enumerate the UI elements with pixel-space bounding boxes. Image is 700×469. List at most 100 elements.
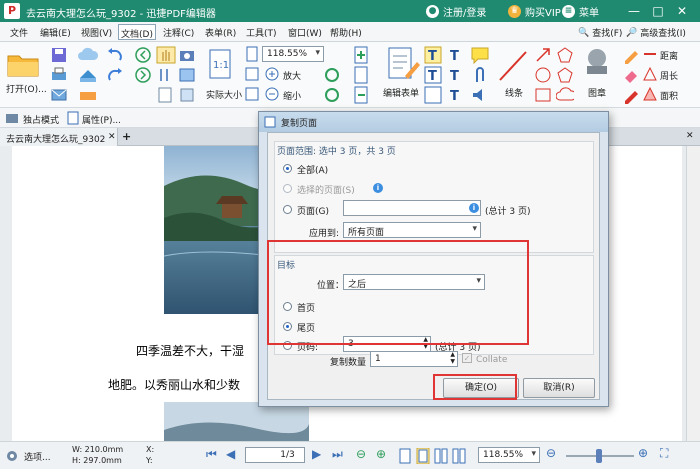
status-zoom-select[interactable]: 118.55% <box>478 447 540 463</box>
menu-edit[interactable]: 编辑(E) <box>40 26 71 39</box>
exclusive-mode-icon[interactable] <box>5 111 19 125</box>
next-page-icon[interactable]: ▶ <box>312 447 321 461</box>
sound-icon[interactable] <box>470 86 490 104</box>
hand-icon[interactable] <box>156 46 176 64</box>
radio-selected-pages-label[interactable]: 选择的页面(S) <box>297 183 355 196</box>
close-button[interactable]: ✕ <box>674 3 690 19</box>
zoom-out-label[interactable]: 缩小 <box>283 89 301 102</box>
radio-selected-pages[interactable] <box>283 184 292 193</box>
note-icon[interactable] <box>470 46 490 64</box>
stamp-label[interactable]: 图章 <box>588 86 606 99</box>
options-button[interactable]: 选项... <box>24 450 51 463</box>
menu-form[interactable]: 表单(R) <box>205 26 236 39</box>
first-page-icon[interactable]: ⏮ <box>206 447 217 462</box>
tab-close-all-icon[interactable]: ✕ <box>686 131 694 141</box>
insert-page-icon[interactable] <box>352 46 372 64</box>
fit-visible-icon[interactable] <box>244 86 260 102</box>
line-label[interactable]: 线条 <box>505 86 523 99</box>
pentagon-shape-icon[interactable] <box>556 66 574 84</box>
collate-checkbox[interactable]: ✓ <box>462 353 472 363</box>
login-button[interactable]: ● 注册/登录 <box>426 4 486 19</box>
single-page-icon[interactable] <box>398 448 412 464</box>
merge-page-icon[interactable] <box>352 86 372 104</box>
zoom-in-icon[interactable] <box>264 66 280 82</box>
zoom-in-label[interactable]: 放大 <box>283 69 301 82</box>
select-image-icon[interactable] <box>178 66 196 84</box>
edit-form-icon[interactable] <box>385 46 421 82</box>
menu-file[interactable]: 文件 <box>10 26 28 39</box>
polygon-shape-icon[interactable] <box>556 46 574 64</box>
document-tab[interactable]: 去云南大理怎么玩_9302 <box>0 128 118 146</box>
copies-spinbox[interactable]: 1 ▲ ▼ <box>370 351 458 367</box>
add-text-icon[interactable]: T <box>424 46 442 64</box>
arrow-shape-icon[interactable] <box>534 46 552 64</box>
apply-to-select[interactable]: 所有页面 <box>343 222 481 238</box>
facing-page-icon[interactable] <box>434 448 448 464</box>
menu-tools[interactable]: 工具(T) <box>246 26 277 39</box>
prev-page-icon[interactable]: ◀ <box>226 447 235 461</box>
zoom-slider-thumb[interactable] <box>596 449 602 463</box>
stamp-icon[interactable] <box>580 46 614 82</box>
area-icon[interactable] <box>642 86 658 102</box>
distance-icon[interactable] <box>642 46 658 62</box>
maximize-button[interactable]: □ <box>650 3 666 19</box>
copies-spin-icon[interactable]: ▲ ▼ <box>450 351 455 365</box>
menu-document[interactable]: 文档(D) <box>118 24 156 40</box>
menu-view[interactable]: 视图(V) <box>81 26 112 39</box>
line-icon[interactable] <box>496 46 530 86</box>
zoom-out-icon[interactable] <box>264 86 280 102</box>
radio-all-pages-label[interactable]: 全部(A) <box>297 163 328 176</box>
buy-vip-button[interactable]: ♛ 购买VIP <box>508 4 561 19</box>
menu-comment[interactable]: 注释(C) <box>163 26 194 39</box>
facing-continuous-icon[interactable] <box>452 448 466 464</box>
callout-icon[interactable]: T <box>446 46 464 64</box>
distance-label[interactable]: 距离 <box>660 49 678 62</box>
redo-icon[interactable] <box>106 66 124 84</box>
highlight-icon[interactable]: T <box>446 66 464 84</box>
pen-icon[interactable] <box>622 86 640 104</box>
eraser-icon[interactable] <box>622 66 640 84</box>
go-back-icon[interactable]: ⊖ <box>356 447 366 461</box>
strikeout-icon[interactable]: T <box>446 86 464 104</box>
zoom-out-status-icon[interactable]: ⊖ <box>546 446 556 460</box>
main-menu-button[interactable]: ≡ 菜单 <box>562 4 599 19</box>
properties-button[interactable]: 属性(P)... <box>82 113 121 126</box>
snapshot-icon[interactable] <box>178 46 196 64</box>
print-icon[interactable] <box>50 66 68 84</box>
page-thumb-icon[interactable] <box>156 86 176 104</box>
menu-help[interactable]: 帮助(H) <box>330 26 362 39</box>
forward-icon[interactable] <box>134 66 152 84</box>
radio-all-pages[interactable] <box>283 164 292 173</box>
zoom-select[interactable]: 118.55% <box>262 46 324 62</box>
options-gear-icon[interactable] <box>5 449 19 463</box>
page-number-input[interactable]: 1/3 <box>245 447 305 463</box>
cancel-button[interactable]: 取消(R) <box>523 378 595 398</box>
exclusive-mode-button[interactable]: 独占模式 <box>23 113 59 126</box>
edit-form-label[interactable]: 编辑表单 <box>383 86 419 99</box>
advanced-find-button[interactable]: 🔎 高级查找(I) <box>626 26 686 40</box>
last-page-icon[interactable]: ⏭ <box>332 447 343 462</box>
tab-close-icon[interactable]: ✕ <box>108 132 116 142</box>
rotate-left-icon[interactable] <box>323 66 341 84</box>
share-icon[interactable] <box>78 86 98 104</box>
minimize-button[interactable]: — <box>626 3 642 19</box>
actual-size-label[interactable]: 实际大小 <box>206 88 242 101</box>
rotate-icon[interactable] <box>178 86 196 104</box>
radio-page-range[interactable] <box>283 205 292 214</box>
fit-page-icon[interactable] <box>244 46 260 62</box>
rotate-right-icon[interactable] <box>323 86 341 104</box>
go-forward-icon[interactable]: ⊕ <box>376 447 386 461</box>
cloud-icon[interactable] <box>78 46 98 64</box>
rectangle-shape-icon[interactable] <box>534 86 552 104</box>
find-button[interactable]: 🔍 查找(F) <box>578 26 622 40</box>
email-icon[interactable] <box>50 86 68 104</box>
save-icon[interactable] <box>50 46 68 64</box>
attach-icon[interactable] <box>470 66 490 84</box>
select-text-icon[interactable] <box>156 66 176 84</box>
new-tab-icon[interactable]: + <box>122 130 131 143</box>
ellipse-shape-icon[interactable] <box>534 66 552 84</box>
extract-page-icon[interactable] <box>352 66 372 84</box>
typewriter-icon[interactable] <box>424 86 442 104</box>
area-label[interactable]: 面积 <box>660 89 678 102</box>
pencil-icon[interactable] <box>622 46 640 64</box>
